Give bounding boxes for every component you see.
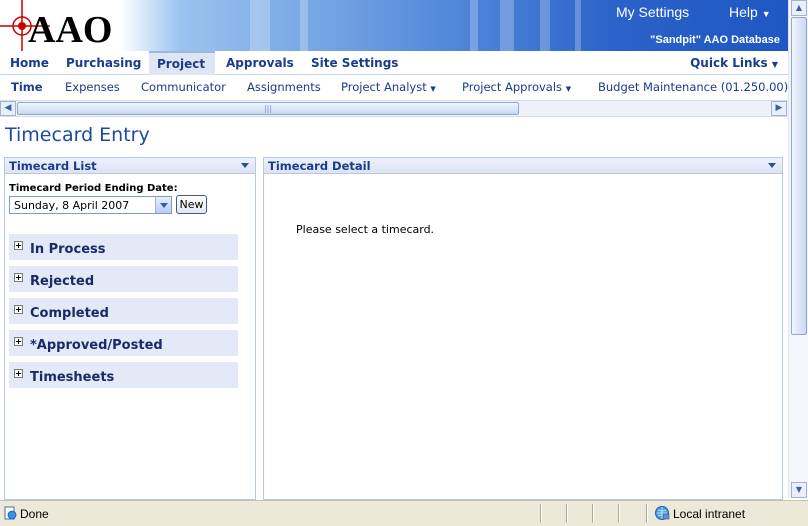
subtab-project-analyst[interactable]: Project Analyst ▼ <box>341 76 436 98</box>
expand-plus-icon[interactable] <box>14 369 23 378</box>
scroll-left-arrow-icon[interactable]: ◀ <box>0 101 16 116</box>
subtab-time[interactable]: Time <box>11 76 43 98</box>
chevron-down-icon: ▼ <box>430 85 436 93</box>
status-bar: Done Local intranet <box>0 500 808 526</box>
my-settings-link[interactable]: My Settings <box>616 4 689 20</box>
status-separator <box>566 504 568 523</box>
help-menu[interactable]: Help ▼ <box>729 4 771 20</box>
group-completed[interactable]: Completed <box>9 298 238 324</box>
header-banner: AAO My Settings Help ▼ "Sandpit" AAO Dat… <box>0 0 788 51</box>
tab-project[interactable]: Project <box>149 51 215 75</box>
logo-text: AAO <box>28 9 112 51</box>
subtab-expenses[interactable]: Expenses <box>65 76 120 98</box>
subtab-project-analyst-label: Project Analyst <box>341 80 427 94</box>
horizontal-scrollbar[interactable]: ◀ ||| ▶ <box>0 100 788 117</box>
period-ending-value: Sunday, 8 April 2007 <box>14 199 130 212</box>
chevron-down-icon: ▼ <box>565 85 572 93</box>
expand-plus-icon[interactable] <box>14 241 23 250</box>
main-nav: Home Purchasing Project Approvals Site S… <box>0 51 788 75</box>
group-rejected[interactable]: Rejected <box>9 266 238 292</box>
tab-purchasing[interactable]: Purchasing <box>58 51 149 75</box>
status-separator <box>540 504 542 523</box>
subtab-communicator[interactable]: Communicator <box>141 76 226 98</box>
expand-plus-icon[interactable] <box>14 305 23 314</box>
timecard-list-title: Timecard List <box>9 159 97 173</box>
status-text: Done <box>20 507 49 521</box>
status-separator <box>618 504 620 523</box>
status-separator <box>592 504 594 523</box>
page-title: Timecard Entry <box>5 124 150 146</box>
vertical-scrollbar[interactable]: ▲ ▼ <box>788 0 808 498</box>
group-label: Timesheets <box>30 370 115 385</box>
horizontal-scroll-thumb[interactable]: ||| <box>17 102 519 115</box>
select-timecard-message: Please select a timecard. <box>296 223 435 236</box>
group-approved-posted[interactable]: *Approved/Posted <box>9 330 238 356</box>
vertical-scroll-thumb[interactable] <box>791 17 807 335</box>
group-label: Rejected <box>30 274 95 289</box>
chevron-down-icon: ▼ <box>771 60 778 69</box>
scroll-down-arrow-icon[interactable]: ▼ <box>791 482 807 498</box>
new-timecard-button[interactable]: New <box>176 195 207 214</box>
subtab-assignments[interactable]: Assignments <box>247 76 321 98</box>
collapse-caret-icon[interactable] <box>768 163 776 168</box>
collapse-caret-icon[interactable] <box>241 163 249 168</box>
database-name: "Sandpit" AAO Database <box>650 34 780 46</box>
group-label: In Process <box>30 242 106 257</box>
subtab-budget-maintenance[interactable]: Budget Maintenance (01.250.00) <box>598 76 788 98</box>
period-ending-label: Timecard Period Ending Date: <box>9 183 178 194</box>
aao-logo[interactable]: AAO <box>0 0 145 51</box>
timecard-detail-header: Timecard Detail <box>264 158 782 174</box>
group-label: Completed <box>30 306 109 321</box>
scroll-up-arrow-icon[interactable]: ▲ <box>791 0 807 16</box>
subtab-project-approvals[interactable]: Project Approvals ▼ <box>462 76 571 98</box>
chevron-down-icon: ▼ <box>761 9 771 19</box>
status-separator <box>646 504 648 523</box>
dropdown-arrow-icon[interactable] <box>155 197 171 213</box>
timecard-detail-panel: Timecard Detail Please select a timecard… <box>263 157 783 500</box>
timecard-list-header: Timecard List <box>5 158 255 174</box>
tab-home[interactable]: Home <box>2 51 57 75</box>
sub-nav: Time Expenses Communicator Assignments P… <box>0 76 788 98</box>
help-label: Help <box>729 4 758 20</box>
timecard-detail-title: Timecard Detail <box>268 159 371 173</box>
subtab-project-approvals-label: Project Approvals <box>462 80 563 94</box>
expand-plus-icon[interactable] <box>14 337 23 346</box>
local-intranet-icon <box>655 506 670 520</box>
timecard-list-panel: Timecard List Timecard Period Ending Dat… <box>4 157 256 500</box>
period-ending-select[interactable]: Sunday, 8 April 2007 <box>9 196 172 214</box>
tab-site-settings[interactable]: Site Settings <box>303 51 406 75</box>
quick-links-menu[interactable]: Quick Links ▼ <box>690 51 778 75</box>
security-zone-text: Local intranet <box>673 507 746 521</box>
scroll-right-arrow-icon[interactable]: ▶ <box>771 101 787 116</box>
tab-approvals[interactable]: Approvals <box>218 51 302 75</box>
quick-links-label: Quick Links <box>690 56 768 70</box>
group-timesheets[interactable]: Timesheets <box>9 362 238 388</box>
group-in-process[interactable]: In Process <box>9 234 238 260</box>
group-label: *Approved/Posted <box>30 338 163 353</box>
expand-plus-icon[interactable] <box>14 273 23 282</box>
page-done-icon <box>4 506 17 520</box>
